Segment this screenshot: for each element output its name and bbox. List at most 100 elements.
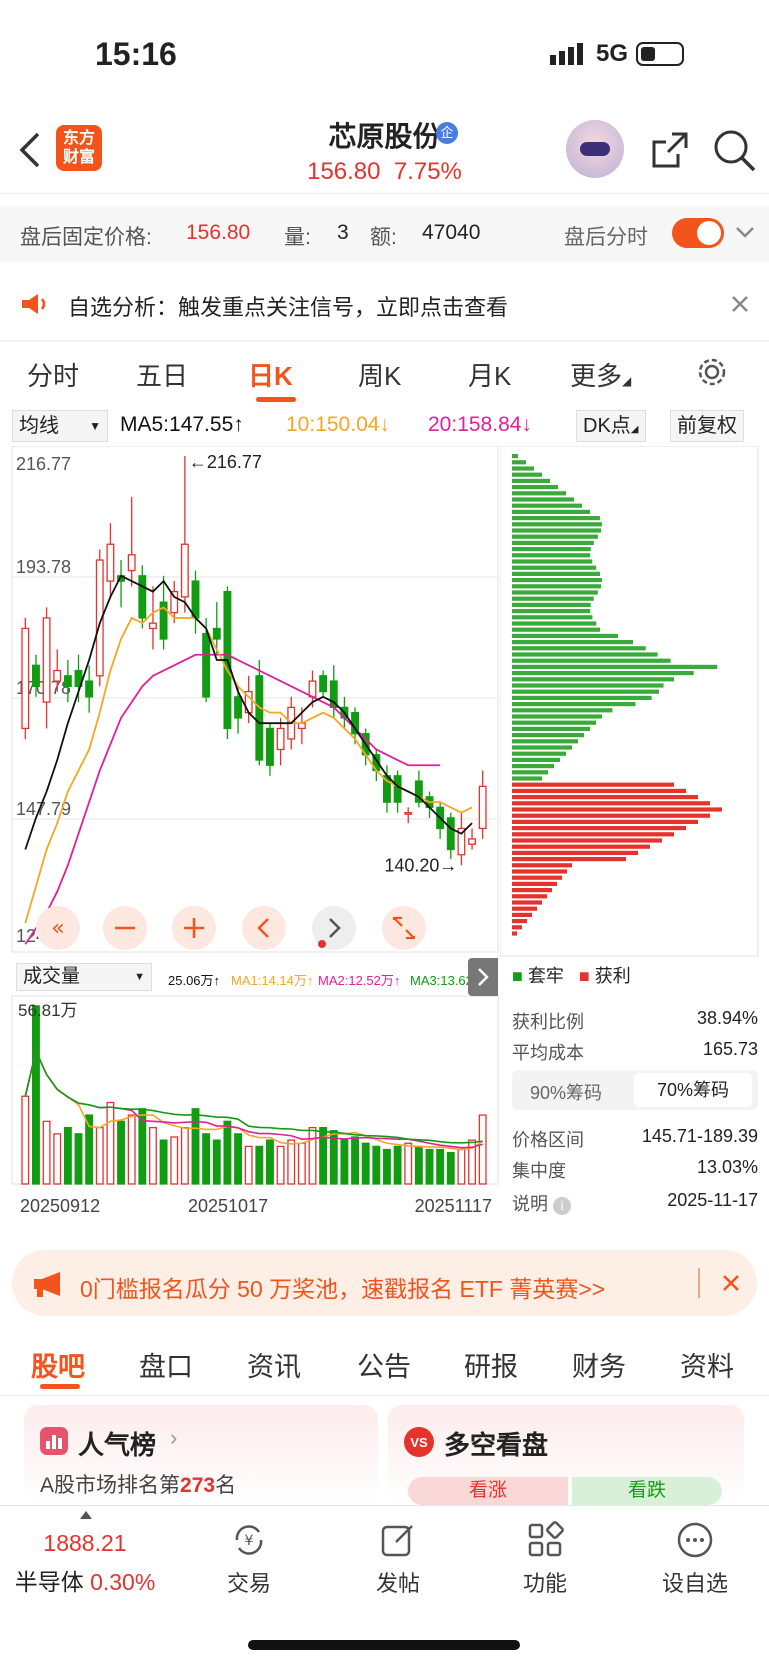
dk-button-label: DK点 [583, 415, 631, 437]
chip-bar-loss [512, 509, 590, 514]
close-icon[interactable] [722, 1274, 740, 1292]
vote-up-button[interactable]: 看涨 [408, 1477, 568, 1505]
volume-bar [414, 1145, 423, 1185]
candle-body [180, 543, 189, 598]
notice-divider [0, 340, 769, 342]
nav-trade[interactable]: ¥ 交易 [194, 1520, 304, 1598]
high-marker: ←216.77 [189, 452, 262, 472]
chip-bar-loss [512, 590, 598, 595]
index-widget[interactable]: 1888.21 半导体 0.30% [0, 1530, 170, 1597]
chevron-down-icon[interactable] [735, 226, 755, 240]
kline-chart[interactable]: 216.77193.78170.78147.79124.80←216.77140… [0, 446, 500, 1236]
candle-body [319, 675, 328, 693]
close-icon[interactable] [730, 294, 750, 314]
tab-news[interactable]: 资讯 [247, 1345, 301, 1384]
stat-value: 38.94% [696, 1008, 758, 1028]
seg-70-button[interactable]: 70%筹码 [634, 1073, 752, 1107]
vol-ma2-line [24, 1048, 483, 1149]
tab-daily-k[interactable]: 日K [248, 356, 293, 393]
nav-watchlist[interactable]: 设自选 [640, 1520, 750, 1598]
adjust-button[interactable]: 前复权 [670, 410, 744, 442]
next-button[interactable] [312, 906, 356, 950]
gear-icon[interactable] [696, 356, 728, 388]
tab-announcement[interactable]: 公告 [357, 1345, 411, 1384]
after-hours-toggle[interactable] [672, 218, 724, 248]
x-axis-label: 20251117 [415, 1196, 492, 1216]
tab-weekly-k[interactable]: 周K [358, 356, 401, 393]
tab-pankou[interactable]: 盘口 [139, 1345, 193, 1384]
search-icon[interactable] [712, 128, 756, 172]
chip-legend: ■ 套牢 ■ 获利 [512, 962, 631, 988]
chip-bar-loss [512, 764, 554, 769]
chip-bar-profit [512, 925, 522, 930]
nav-post[interactable]: 发帖 [343, 1520, 453, 1598]
candle-body [308, 680, 317, 698]
banner-divider [698, 1268, 700, 1298]
change-percent: 7.75% [393, 158, 462, 185]
volume-bar [170, 1136, 179, 1185]
chip-bar-loss [512, 454, 518, 459]
tab-profile[interactable]: 资料 [680, 1345, 734, 1384]
stat-label: 获利比例 [512, 1012, 584, 1032]
promo-banner[interactable]: 0门槛报名瓜分 50 万奖池，速戳报名 ETF 菁英赛>> [12, 1250, 757, 1316]
volume-bar [457, 1148, 466, 1185]
candle-body [446, 817, 455, 851]
nav-features[interactable]: 功能 [490, 1520, 600, 1598]
vote-down-button[interactable]: 看跌 [572, 1477, 722, 1505]
sentiment-card[interactable]: VS 多空看盘 看涨 看跌 [388, 1405, 744, 1505]
prev-button[interactable] [242, 906, 286, 950]
chip-bar-loss [512, 584, 602, 589]
enterprise-badge: 企 [436, 122, 458, 144]
popularity-card[interactable]: 人气榜 › A股市场排名第273名 [24, 1405, 378, 1505]
chevron-right-icon: › [170, 1425, 178, 1450]
zoom-in-button[interactable] [172, 906, 216, 950]
dk-button[interactable]: DK点◢ [576, 410, 646, 442]
ma5-line [24, 574, 473, 850]
seg-90-button[interactable]: 90%筹码 [530, 1079, 602, 1105]
zoom-out-button[interactable] [103, 906, 147, 950]
chip-bar-loss [512, 460, 526, 465]
tab-finance[interactable]: 财务 [572, 1345, 626, 1384]
chip-bar-loss [512, 472, 542, 477]
volume-bar [95, 1126, 104, 1185]
volume-bar [287, 1139, 296, 1185]
tab-intraday[interactable]: 分时 [27, 356, 79, 393]
chip-bar-loss [512, 646, 646, 651]
index-name: 半导体 [14, 1569, 84, 1595]
volume-select[interactable]: 成交量 ▼ [16, 963, 152, 991]
chip-bar-loss [512, 757, 560, 762]
chip-bar-loss [512, 683, 664, 688]
tab-guba[interactable]: 股吧 [31, 1345, 85, 1384]
tab-five-day[interactable]: 五日 [136, 356, 188, 393]
candle-body [63, 675, 72, 687]
volume-bar [393, 1145, 402, 1185]
tab-more[interactable]: 更多◢ [570, 356, 631, 393]
volume-bar [149, 1126, 157, 1185]
candle-body [234, 696, 242, 719]
stat-label-info[interactable]: 说明 i [512, 1190, 572, 1216]
volume-bar [383, 1148, 391, 1185]
chip-bar-loss [512, 652, 658, 657]
ma-select[interactable]: 均线 ▼ [12, 410, 108, 442]
after-hours-bar: 盘后固定价格: 156.80 量: 3 额: 47040 盘后分时 [0, 206, 769, 262]
low-marker: 140.20→ [384, 855, 457, 875]
chip-bar-loss [512, 547, 591, 552]
fullscreen-button[interactable] [382, 906, 426, 950]
candle-body [85, 680, 94, 698]
chip-bar-loss [512, 627, 601, 632]
stat-value: 165.73 [702, 1039, 758, 1059]
tab-research[interactable]: 研报 [464, 1345, 518, 1384]
notice-bar[interactable]: 自选分析：触发重点关注信号，立即点击查看 [0, 272, 769, 336]
volume-panel-frame [11, 995, 499, 1185]
chip-panel-toggle[interactable] [468, 958, 498, 996]
chip-bar-profit [512, 906, 537, 911]
assistant-avatar[interactable] [566, 120, 624, 178]
tab-monthly-k[interactable]: 月K [468, 356, 511, 393]
share-icon[interactable] [648, 128, 692, 172]
rewind-button[interactable]: « [36, 906, 80, 950]
chip-bar-loss [512, 689, 659, 694]
volume-bar [425, 1148, 434, 1185]
volume-bar [202, 1133, 211, 1185]
nav-trade-label: 交易 [226, 1571, 271, 1596]
candle-body [191, 580, 200, 619]
